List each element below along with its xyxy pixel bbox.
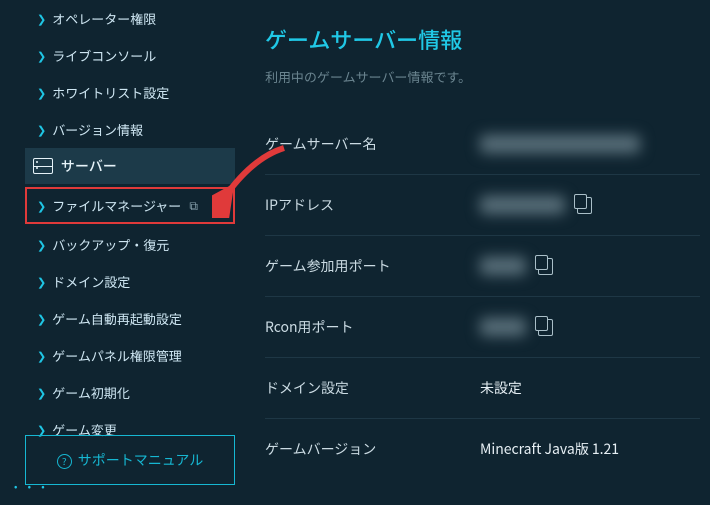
masked-value: x bbox=[480, 318, 526, 336]
row-label: ゲームバージョン bbox=[265, 439, 480, 459]
page-subtitle: 利用中のゲームサーバー情報です。 bbox=[265, 67, 700, 86]
pagination-dots: • • • bbox=[14, 478, 49, 493]
row-value: x bbox=[480, 257, 553, 275]
sidebar-item-label: バックアップ・復元 bbox=[52, 235, 169, 254]
chevron-right-icon: ❯ bbox=[37, 11, 46, 27]
masked-value: x bbox=[480, 257, 526, 275]
row-value: x bbox=[480, 135, 640, 153]
copy-icon[interactable] bbox=[577, 197, 592, 214]
chevron-right-icon: ❯ bbox=[37, 198, 46, 214]
sidebar-item-label: ゲームパネル権限管理 bbox=[52, 346, 182, 365]
sidebar-item-game-init[interactable]: ❯ ゲーム初期化 bbox=[25, 374, 235, 411]
sidebar-item-label: ライブコンソール bbox=[52, 46, 156, 65]
support-manual-button[interactable]: ? サポートマニュアル bbox=[25, 435, 235, 485]
support-label: サポートマニュアル bbox=[78, 450, 204, 470]
info-row-game-port: ゲーム参加用ポート x bbox=[265, 236, 700, 297]
row-label: IPアドレス bbox=[265, 195, 480, 215]
sidebar-item-label: ゲーム初期化 bbox=[52, 383, 130, 402]
sidebar-item-operator-perms[interactable]: ❯ オペレーター権限 bbox=[25, 0, 235, 37]
info-row-game-version: ゲームバージョン Minecraft Java版 1.21 bbox=[265, 419, 700, 479]
help-icon: ? bbox=[57, 454, 72, 469]
row-label: ゲームサーバー名 bbox=[265, 134, 480, 154]
sidebar-item-version-info[interactable]: ❯ バージョン情報 bbox=[25, 111, 235, 148]
row-value: 未設定 bbox=[480, 378, 522, 398]
chevron-right-icon: ❯ bbox=[37, 311, 46, 327]
chevron-right-icon: ❯ bbox=[37, 274, 46, 290]
chevron-right-icon: ❯ bbox=[37, 385, 46, 401]
section-label: サーバー bbox=[61, 156, 117, 176]
sidebar-item-label: ゲーム自動再起動設定 bbox=[52, 309, 182, 328]
row-label: ゲーム参加用ポート bbox=[265, 256, 480, 276]
copy-icon[interactable] bbox=[538, 319, 553, 336]
sidebar-item-auto-restart[interactable]: ❯ ゲーム自動再起動設定 bbox=[25, 300, 235, 337]
chevron-right-icon: ❯ bbox=[37, 348, 46, 364]
info-row-server-name: ゲームサーバー名 x bbox=[265, 114, 700, 175]
chevron-right-icon: ❯ bbox=[37, 237, 46, 253]
sidebar-item-label: バージョン情報 bbox=[52, 120, 143, 139]
sidebar-item-backup-restore[interactable]: ❯ バックアップ・復元 bbox=[25, 226, 235, 263]
copy-icon[interactable] bbox=[538, 258, 553, 275]
sidebar-item-label: ドメイン設定 bbox=[52, 272, 130, 291]
sidebar-item-domain[interactable]: ❯ ドメイン設定 bbox=[25, 263, 235, 300]
row-label: ドメイン設定 bbox=[265, 378, 480, 398]
sidebar-item-live-console[interactable]: ❯ ライブコンソール bbox=[25, 37, 235, 74]
sidebar-item-label: ホワイトリスト設定 bbox=[52, 83, 169, 102]
row-label: Rcon用ポート bbox=[265, 317, 480, 337]
page-title: ゲームサーバー情報 bbox=[265, 0, 700, 67]
server-icon bbox=[33, 158, 53, 174]
masked-value: x bbox=[480, 135, 640, 153]
sidebar-item-panel-perms[interactable]: ❯ ゲームパネル権限管理 bbox=[25, 337, 235, 374]
sidebar-item-label: オペレーター権限 bbox=[52, 9, 156, 28]
sidebar-item-whitelist[interactable]: ❯ ホワイトリスト設定 bbox=[25, 74, 235, 111]
chevron-right-icon: ❯ bbox=[37, 85, 46, 101]
sidebar-item-label: ファイルマネージャー bbox=[52, 196, 181, 215]
row-value: Minecraft Java版 1.21 bbox=[480, 439, 619, 459]
chevron-right-icon: ❯ bbox=[37, 48, 46, 64]
masked-value: x bbox=[480, 196, 565, 214]
info-row-domain: ドメイン設定 未設定 bbox=[265, 358, 700, 419]
row-value: x bbox=[480, 318, 553, 336]
row-value: x bbox=[480, 196, 592, 214]
info-row-rcon-port: Rcon用ポート x bbox=[265, 297, 700, 358]
info-row-ip: IPアドレス x bbox=[265, 175, 700, 236]
external-link-icon: ⧉ bbox=[189, 197, 198, 214]
main-content: ゲームサーバー情報 利用中のゲームサーバー情報です。 ゲームサーバー名 x IP… bbox=[265, 0, 700, 505]
sidebar-item-file-manager[interactable]: ❯ ファイルマネージャー ⧉ bbox=[25, 187, 235, 224]
chevron-right-icon: ❯ bbox=[37, 122, 46, 138]
sidebar-section-server[interactable]: サーバー bbox=[25, 148, 235, 185]
sidebar: ❯ オペレーター権限 ❯ ライブコンソール ❯ ホワイトリスト設定 ❯ バージョ… bbox=[25, 0, 235, 505]
